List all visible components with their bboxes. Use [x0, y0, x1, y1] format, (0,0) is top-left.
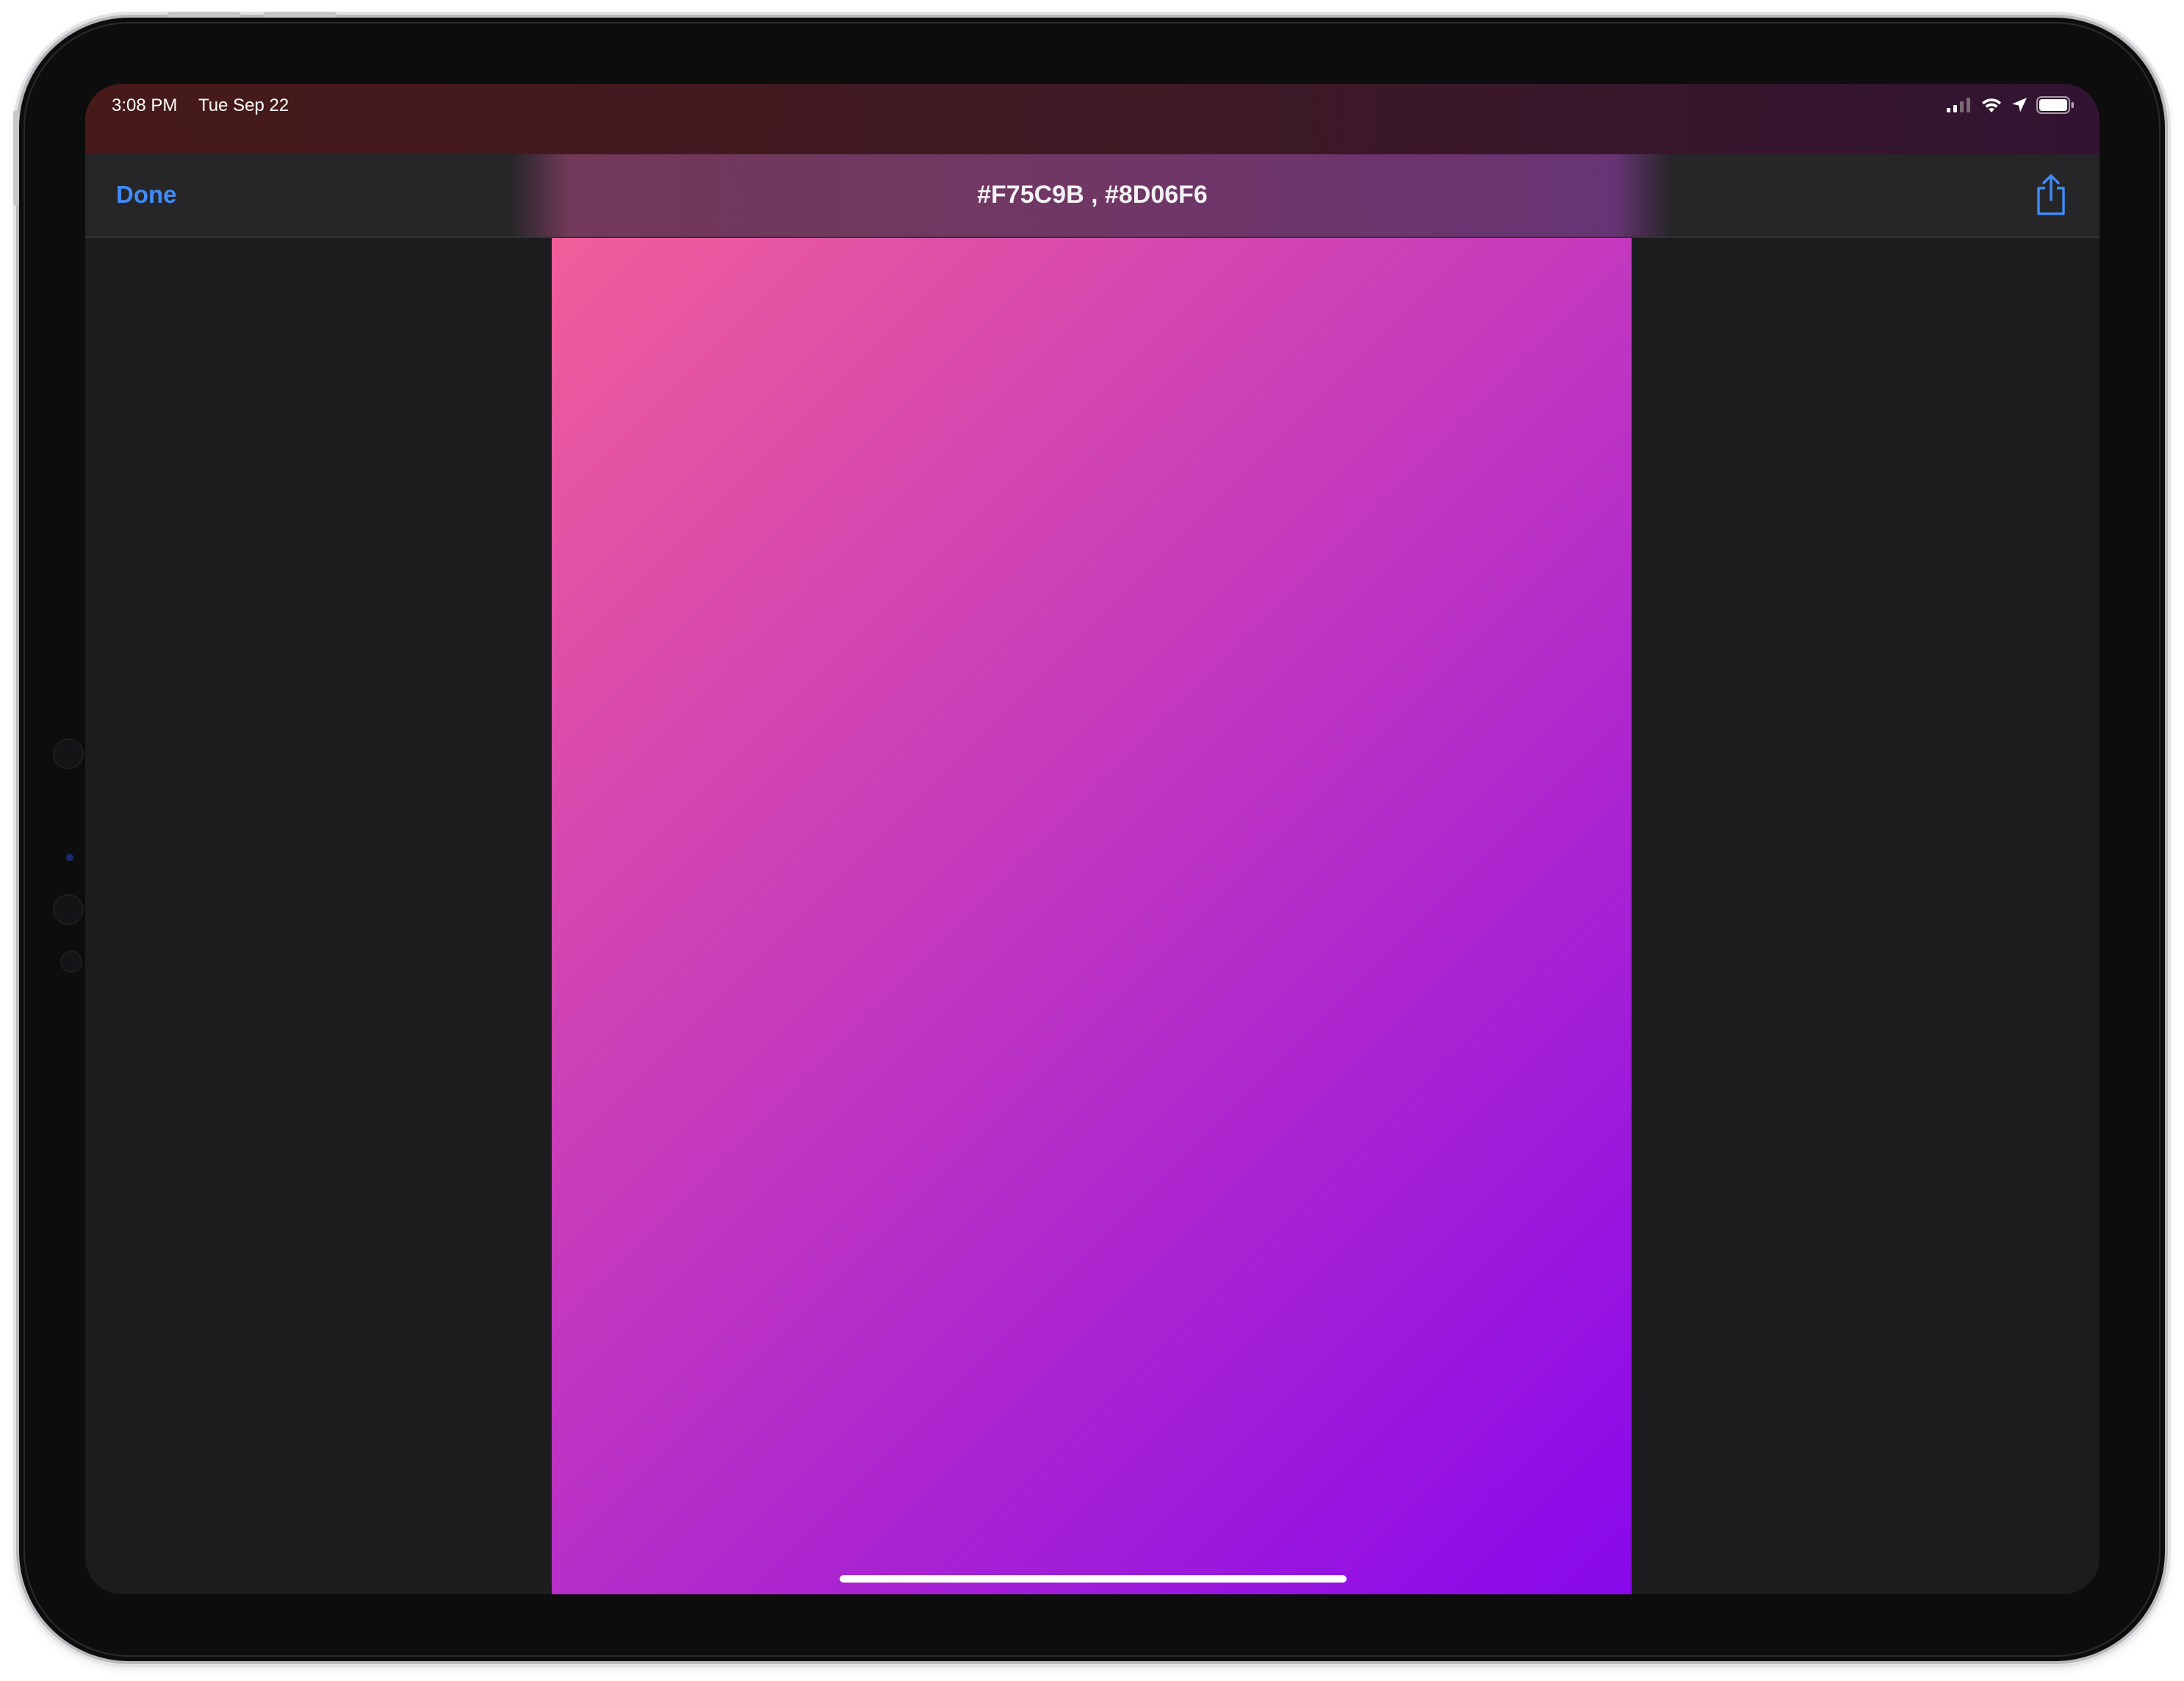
power-button	[13, 110, 19, 206]
status-bar: 3:08 PM Tue Sep 22	[85, 84, 2100, 154]
cellular-signal-icon	[1947, 98, 1972, 112]
page-title: #F75C9B , #8D06F6	[977, 181, 1208, 209]
home-indicator[interactable]	[840, 1575, 1347, 1583]
bezel-marker	[60, 951, 82, 973]
gradient-preview	[552, 238, 1632, 1594]
status-icons	[1947, 94, 2075, 116]
status-time: 3:08 PM	[112, 96, 178, 115]
battery-icon	[2036, 96, 2075, 114]
location-arrow-icon	[2011, 97, 2028, 113]
share-icon	[2035, 174, 2067, 219]
bezel-marker	[53, 738, 84, 769]
volume-button	[167, 12, 241, 18]
bezel-marker	[66, 854, 73, 861]
wifi-icon	[1981, 97, 2003, 113]
content-area	[85, 238, 2100, 1594]
screen: 3:08 PM Tue Sep 22 Done #F75C9B , #8D06F…	[85, 84, 2100, 1594]
status-date: Tue Sep 22	[198, 96, 289, 115]
volume-button	[263, 12, 336, 18]
bezel-marker	[53, 894, 84, 925]
share-button[interactable]	[2035, 173, 2067, 216]
navigation-bar: Done #F75C9B , #8D06F6	[85, 154, 2100, 238]
